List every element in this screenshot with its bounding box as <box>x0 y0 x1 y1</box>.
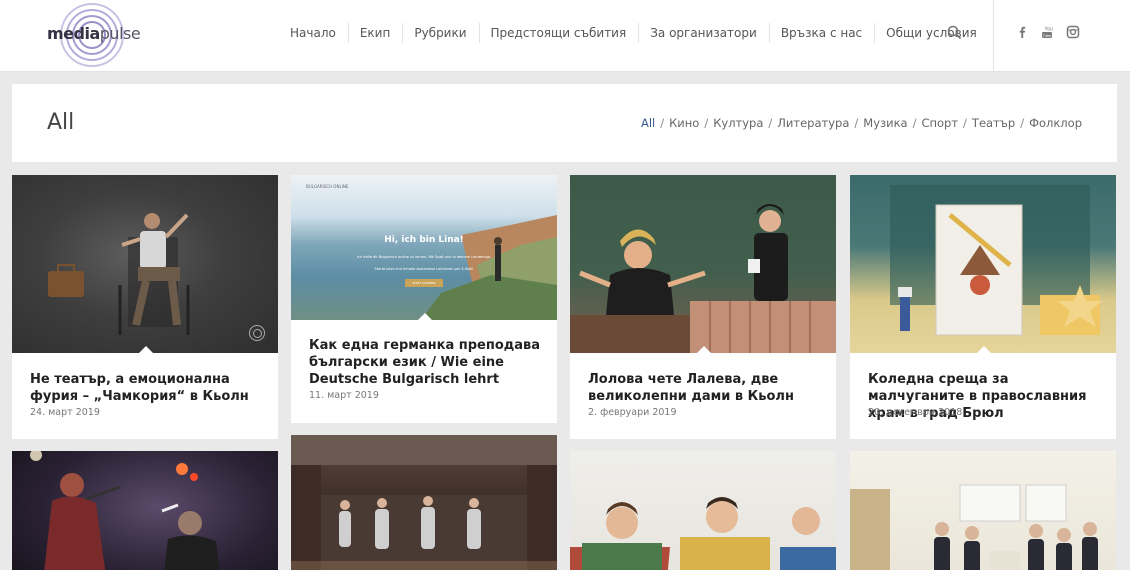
filter-separator: / <box>1020 116 1025 130</box>
media-badge-icon <box>249 325 265 341</box>
post-thumbnail[interactable] <box>12 451 278 570</box>
post-title[interactable]: Лолова чете Лалева, две великолепни дами… <box>588 371 822 405</box>
post-thumbnail[interactable] <box>850 451 1116 570</box>
filter-separator: / <box>768 116 773 130</box>
post-card[interactable]: Коледна среща за малчуганите в православ… <box>850 175 1116 439</box>
post-thumbnail[interactable] <box>850 175 1116 353</box>
nav-item-for-organizers[interactable]: За организатори <box>638 23 769 43</box>
card-notch <box>418 313 432 320</box>
nav-item-home[interactable]: Начало <box>278 26 348 40</box>
post-thumbnail[interactable] <box>12 175 278 353</box>
post-title[interactable]: Как една германка преподава български ез… <box>309 337 543 388</box>
search-icon[interactable] <box>946 24 964 42</box>
nav-item-terms[interactable]: Общи условия <box>874 23 989 43</box>
post-date: 20. декември 2018 <box>868 407 963 418</box>
nav-item-team[interactable]: Екип <box>347 23 402 43</box>
kids-books-photo <box>570 497 836 570</box>
filter-sport[interactable]: Спорт <box>921 116 958 130</box>
nav-item-rubrics[interactable]: Рубрики <box>402 23 478 43</box>
site-logo[interactable]: mediapulse <box>46 2 141 68</box>
stage-photo <box>291 435 557 570</box>
filter-kino[interactable]: Кино <box>669 116 699 130</box>
post-card[interactable] <box>12 451 278 570</box>
filter-separator: / <box>912 116 917 130</box>
coast-photo <box>421 215 557 320</box>
nav-item-upcoming-events[interactable]: Предстоящи събития <box>478 23 639 43</box>
promo-body: Starte jetzt und erhalte kostenlose Lekt… <box>374 267 474 271</box>
card-notch <box>977 346 991 353</box>
post-card[interactable] <box>291 435 557 570</box>
category-filters: All / Кино / Култура / Литература / Музи… <box>641 116 1082 130</box>
main-nav: Начало Екип Рубрики Предстоящи събития З… <box>278 0 989 66</box>
theatre-photo <box>48 213 190 335</box>
youtube-icon[interactable]: Tube You <box>1040 25 1054 39</box>
promo-start-button[interactable]: JETZT STARTEN <box>405 279 443 287</box>
crafts-photo <box>890 185 1102 336</box>
promo-body: Ich helfe dir Bulgarisch online zu lerne… <box>356 255 492 259</box>
post-thumbnail[interactable] <box>291 435 557 570</box>
filter-separator: / <box>963 116 967 130</box>
post-card[interactable]: Лолова чете Лалева, две великолепни дами… <box>570 175 836 439</box>
post-date: 11. март 2019 <box>309 390 379 401</box>
post-thumbnail[interactable] <box>570 451 836 570</box>
logo-text: mediapulse <box>47 24 141 43</box>
post-card[interactable] <box>850 451 1116 570</box>
nav-item-contact[interactable]: Връзка с нас <box>768 23 874 43</box>
filter-all[interactable]: All <box>641 116 655 130</box>
filter-teatar[interactable]: Театър <box>972 116 1015 130</box>
reading-photo <box>570 204 836 353</box>
instagram-icon[interactable] <box>1066 25 1080 39</box>
page-title: All <box>47 110 75 135</box>
site-header: mediapulse Начало Екип Рубрики Предстоящ… <box>0 0 1130 72</box>
post-card[interactable]: BULGARISCH ONLINE Hi, ich bin Lina! Ich … <box>291 175 557 423</box>
classroom-photo <box>850 484 1098 570</box>
filter-separator: / <box>704 116 709 130</box>
filter-kultura[interactable]: Култура <box>713 116 763 130</box>
header-divider <box>993 0 994 72</box>
filter-separator: / <box>854 116 859 130</box>
post-card[interactable]: Не театър, а емоционална фурия – „Чамкор… <box>12 175 278 439</box>
svg-text:Tube: Tube <box>1043 33 1053 38</box>
card-notch <box>139 346 153 353</box>
site-brand: BULGARISCH ONLINE <box>306 184 349 189</box>
filter-folklor[interactable]: Фолклор <box>1029 116 1082 130</box>
filter-separator: / <box>660 116 665 130</box>
filter-muzika[interactable]: Музика <box>863 116 907 130</box>
card-notch <box>697 346 711 353</box>
facebook-icon[interactable] <box>1015 25 1029 39</box>
filter-literatura[interactable]: Литература <box>777 116 849 130</box>
promo-headline: Hi, ich bin Lina! <box>384 235 464 245</box>
post-date: 2. февруари 2019 <box>588 407 677 418</box>
post-card[interactable] <box>570 451 836 570</box>
post-thumbnail[interactable] <box>570 175 836 353</box>
svg-text:You: You <box>1045 27 1054 33</box>
post-title[interactable]: Не театър, а емоционална фурия – „Чамкор… <box>30 371 264 405</box>
post-date: 24. март 2019 <box>30 407 100 418</box>
archive-title-bar: All All / Кино / Култура / Литература / … <box>12 84 1117 162</box>
post-thumbnail[interactable]: BULGARISCH ONLINE Hi, ich bin Lina! Ich … <box>291 175 557 320</box>
concert-photo <box>30 451 220 570</box>
